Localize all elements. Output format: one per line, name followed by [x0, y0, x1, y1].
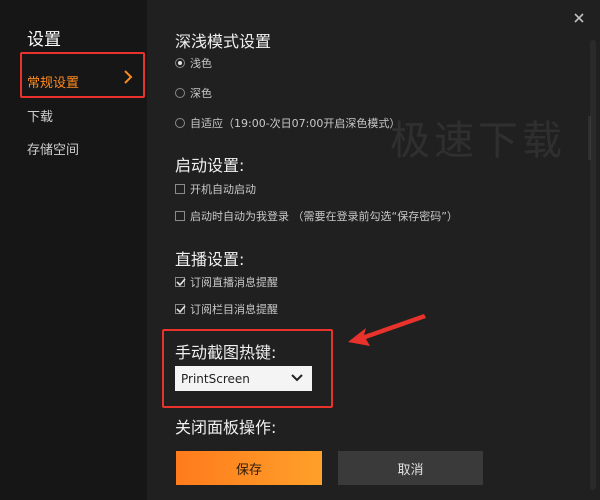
startup-title: 启动设置:: [175, 156, 245, 175]
chevron-right-icon: [124, 70, 133, 84]
live-title: 直播设置:: [175, 250, 245, 269]
checkbox-indicator: [175, 211, 185, 221]
checkbox-label: 开机自动启动: [190, 183, 256, 196]
scrollbar[interactable]: [590, 40, 596, 490]
checkbox-indicator: [175, 184, 185, 194]
checkbox-indicator: [175, 304, 186, 314]
chevron-down-icon: [291, 374, 303, 382]
radio-light[interactable]: 浅色: [175, 55, 212, 71]
radio-label: 浅色: [190, 57, 212, 70]
hotkey-value: PrintScreen: [181, 371, 250, 386]
checkbox-column-reminder[interactable]: 订阅栏目消息提醒: [175, 301, 278, 317]
checkbox-live-reminder[interactable]: 订阅直播消息提醒: [175, 274, 278, 290]
close-icon[interactable]: [570, 9, 588, 27]
watermark: 极速下载: [390, 118, 566, 164]
sidebar-item-download[interactable]: 下载: [27, 106, 53, 125]
radio-dark[interactable]: 深色: [175, 85, 212, 101]
check-icon: [176, 278, 186, 287]
check-icon: [176, 305, 186, 314]
watermark-bar: [588, 116, 591, 160]
sidebar: 设置 常规设置 下载 存储空间: [0, 0, 147, 500]
radio-label: 自适应（19:00-次日07:00开启深色模式）: [190, 117, 401, 130]
radio-auto[interactable]: 自适应（19:00-次日07:00开启深色模式）: [175, 115, 400, 131]
checkbox-label: 订阅直播消息提醒: [190, 276, 278, 289]
sidebar-item-storage[interactable]: 存储空间: [27, 139, 79, 158]
radio-indicator: [175, 118, 185, 128]
save-button[interactable]: 保存: [176, 451, 322, 485]
sidebar-title: 设置: [27, 30, 61, 50]
screenshot-hotkey-title: 手动截图热键:: [175, 343, 277, 362]
arrow-annotation-icon: [348, 314, 426, 346]
checkbox-autologin[interactable]: 启动时自动为我登录 （需要在登录前勾选“保存密码”）: [175, 208, 458, 224]
checkbox-indicator: [175, 277, 186, 287]
radio-indicator: [175, 88, 185, 98]
checkbox-autostart[interactable]: 开机自动启动: [175, 181, 256, 197]
checkbox-label: 启动时自动为我登录 （需要在登录前勾选“保存密码”）: [190, 210, 458, 223]
checkbox-label: 订阅栏目消息提醒: [190, 303, 278, 316]
theme-title: 深浅模式设置: [175, 32, 272, 51]
cancel-button[interactable]: 取消: [338, 451, 483, 485]
hotkey-select[interactable]: PrintScreen: [175, 366, 312, 391]
close-panel-title: 关闭面板操作:: [175, 418, 277, 437]
sidebar-item-general[interactable]: 常规设置: [27, 72, 79, 91]
settings-window: 设置 常规设置 下载 存储空间 极速下载 深浅模式设置 浅色 深色 自适应（19…: [0, 0, 600, 500]
radio-label: 深色: [190, 87, 212, 100]
radio-indicator: [175, 58, 185, 68]
